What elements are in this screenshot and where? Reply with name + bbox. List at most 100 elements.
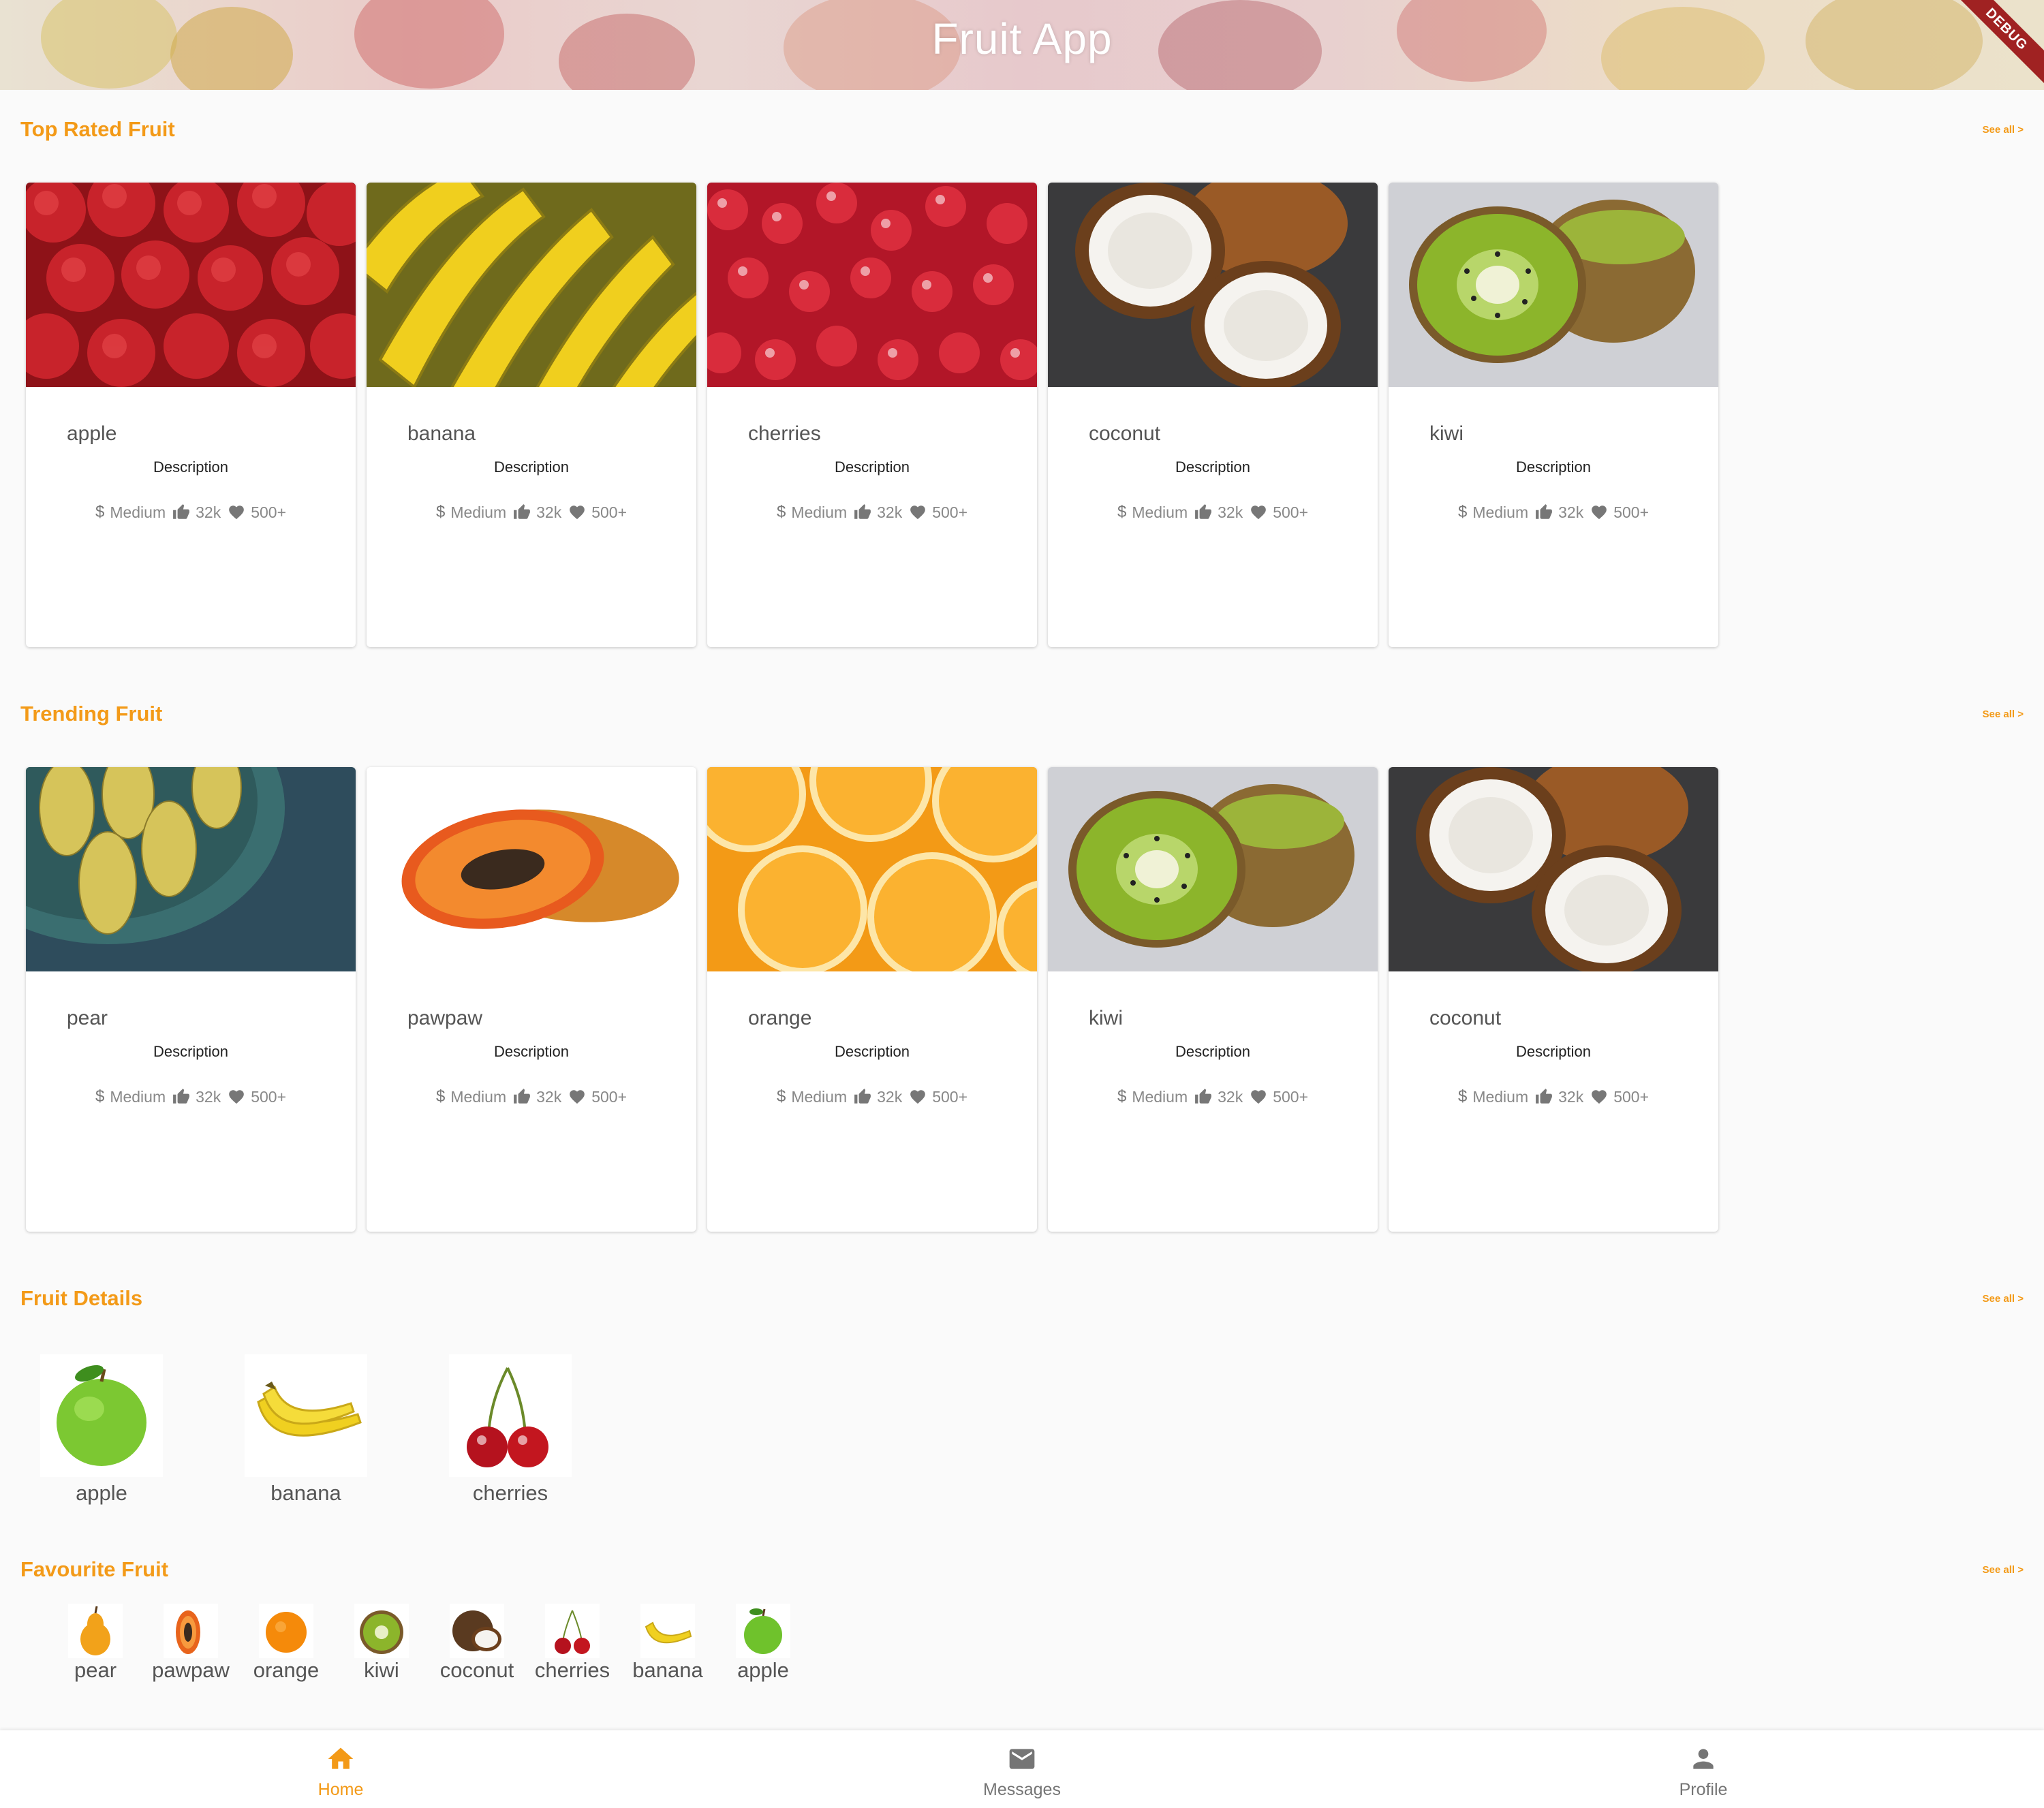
fruit-image-banana bbox=[367, 183, 696, 387]
fav-label: banana bbox=[632, 1658, 703, 1682]
dollar-icon: $ bbox=[776, 503, 786, 521]
fruit-description: Description bbox=[493, 458, 570, 476]
fruit-card[interactable]: banana Description $ Medium 32k 500+ bbox=[367, 183, 696, 647]
price-label: Medium bbox=[1132, 1087, 1188, 1106]
thumb-up-icon bbox=[1194, 503, 1212, 521]
fav-label: orange bbox=[253, 1658, 320, 1682]
favs-label: 500+ bbox=[1273, 503, 1309, 521]
fruit-stats: $ Medium 32k 500+ bbox=[367, 503, 696, 522]
fruit-card[interactable]: kiwi Description $ Medium 32k 500+ bbox=[1389, 183, 1718, 647]
see-all-fruit-details[interactable]: See all > bbox=[1983, 1293, 2024, 1305]
nav-item-messages[interactable]: Messages bbox=[954, 1744, 1090, 1800]
detail-item-banana[interactable]: banana bbox=[245, 1354, 367, 1506]
section-title-top-rated: Top Rated Fruit bbox=[20, 117, 175, 141]
favs-label: 500+ bbox=[591, 503, 628, 521]
fav-label: pear bbox=[74, 1658, 117, 1682]
fruit-card[interactable]: kiwi Description $ Medium 32k 500+ bbox=[1048, 767, 1378, 1232]
fruit-name: pear bbox=[67, 1007, 108, 1029]
fruit-card[interactable]: coconut Description $ Medium 32k 500+ bbox=[1048, 183, 1378, 647]
fav-item-orange[interactable]: orange bbox=[238, 1604, 334, 1683]
fruit-name: pawpaw bbox=[407, 1007, 483, 1029]
fruit-card[interactable]: orange Description $ Medium 32k 500+ bbox=[707, 767, 1037, 1232]
cherries-icon bbox=[545, 1604, 600, 1658]
coconut-icon bbox=[450, 1604, 504, 1658]
favs-label: 500+ bbox=[1273, 1087, 1309, 1106]
top-rated-card-row: apple Description $ Medium 32k 500+ banan… bbox=[26, 183, 1718, 647]
likes-label: 32k bbox=[877, 1087, 903, 1106]
thumb-up-icon bbox=[1535, 503, 1553, 521]
fav-item-coconut[interactable]: coconut bbox=[429, 1604, 525, 1683]
pear-icon bbox=[68, 1604, 123, 1658]
fruit-card[interactable]: cherries Description $ Medium 32k 500+ bbox=[707, 183, 1037, 647]
section-title-favourite: Favourite Fruit bbox=[20, 1557, 169, 1581]
fav-item-apple[interactable]: apple bbox=[715, 1604, 811, 1683]
fruit-thumb-cherries bbox=[449, 1354, 572, 1477]
section-title-fruit-details: Fruit Details bbox=[20, 1286, 143, 1310]
fruit-stats: $ Medium 32k 500+ bbox=[26, 503, 356, 522]
fruit-image-orange bbox=[707, 767, 1037, 971]
bottom-navigation: Home Messages Profile bbox=[0, 1730, 2044, 1808]
fav-item-pawpaw[interactable]: pawpaw bbox=[143, 1604, 238, 1683]
fruit-card[interactable]: pawpaw Description $ Medium 32k 500+ bbox=[367, 767, 696, 1232]
dollar-icon: $ bbox=[1457, 503, 1468, 521]
fav-item-banana[interactable]: banana bbox=[620, 1604, 715, 1683]
fruit-image-coconut bbox=[1048, 183, 1378, 387]
heart-icon bbox=[568, 503, 586, 521]
heart-icon bbox=[228, 1088, 245, 1106]
fruit-stats: $ Medium 32k 500+ bbox=[26, 1087, 356, 1106]
fruit-name: coconut bbox=[1429, 1007, 1502, 1029]
fruit-card[interactable]: apple Description $ Medium 32k 500+ bbox=[26, 183, 356, 647]
likes-label: 32k bbox=[1558, 503, 1584, 521]
detail-item-cherries[interactable]: cherries bbox=[449, 1354, 572, 1506]
detail-label: banana bbox=[270, 1481, 341, 1505]
thumb-up-icon bbox=[172, 503, 190, 521]
dollar-icon: $ bbox=[1457, 1087, 1468, 1106]
likes-label: 32k bbox=[536, 503, 562, 521]
fruit-name: kiwi bbox=[1089, 1007, 1123, 1029]
fruit-thumb-banana bbox=[245, 1354, 367, 1477]
likes-label: 32k bbox=[1558, 1087, 1584, 1106]
likes-label: 32k bbox=[1218, 503, 1243, 521]
app-title: Fruit App bbox=[931, 14, 1113, 63]
nav-label-messages: Messages bbox=[983, 1780, 1061, 1799]
banana-icon bbox=[640, 1604, 695, 1658]
fav-label: coconut bbox=[439, 1658, 514, 1682]
favs-label: 500+ bbox=[1613, 1087, 1650, 1106]
detail-label: apple bbox=[76, 1481, 127, 1505]
fruit-stats: $ Medium 32k 500+ bbox=[707, 1087, 1037, 1106]
fruit-card[interactable]: coconut Description $ Medium 32k 500+ bbox=[1389, 767, 1718, 1232]
fruit-image-kiwi bbox=[1048, 767, 1378, 971]
see-all-favourite[interactable]: See all > bbox=[1983, 1564, 2024, 1576]
trending-card-row: pear Description $ Medium 32k 500+ pawpaw… bbox=[26, 767, 1718, 1232]
fruit-card[interactable]: pear Description $ Medium 32k 500+ bbox=[26, 767, 356, 1232]
fav-item-cherries[interactable]: cherries bbox=[525, 1604, 620, 1683]
nav-label-profile: Profile bbox=[1679, 1780, 1728, 1799]
fav-item-pear[interactable]: pear bbox=[48, 1604, 143, 1683]
likes-label: 32k bbox=[877, 503, 903, 521]
heart-icon bbox=[1250, 1088, 1267, 1106]
price-label: Medium bbox=[1132, 503, 1188, 521]
thumb-up-icon bbox=[513, 1088, 531, 1106]
fruit-name: apple bbox=[67, 422, 117, 445]
see-all-top-rated[interactable]: See all > bbox=[1983, 124, 2024, 136]
fav-item-kiwi[interactable]: kiwi bbox=[334, 1604, 429, 1683]
apple-icon bbox=[736, 1604, 790, 1658]
heart-icon bbox=[1590, 503, 1608, 521]
detail-label: cherries bbox=[472, 1481, 548, 1505]
fruit-stats: $ Medium 32k 500+ bbox=[367, 1087, 696, 1106]
fav-label: apple bbox=[737, 1658, 789, 1682]
heart-icon bbox=[228, 503, 245, 521]
likes-label: 32k bbox=[196, 503, 221, 521]
see-all-trending[interactable]: See all > bbox=[1983, 708, 2024, 720]
fruit-description: Description bbox=[153, 458, 229, 476]
fav-label: kiwi bbox=[364, 1658, 399, 1682]
nav-item-home[interactable]: Home bbox=[273, 1744, 409, 1800]
fruit-stats: $ Medium 32k 500+ bbox=[707, 503, 1037, 522]
detail-item-apple[interactable]: apple bbox=[40, 1354, 163, 1506]
thumb-up-icon bbox=[1535, 1088, 1553, 1106]
fruit-stats: $ Medium 32k 500+ bbox=[1389, 503, 1718, 522]
fruit-image-apple bbox=[26, 183, 356, 387]
nav-item-profile[interactable]: Profile bbox=[1635, 1744, 1771, 1800]
fruit-stats: $ Medium 32k 500+ bbox=[1048, 1087, 1378, 1106]
price-label: Medium bbox=[1472, 503, 1529, 521]
